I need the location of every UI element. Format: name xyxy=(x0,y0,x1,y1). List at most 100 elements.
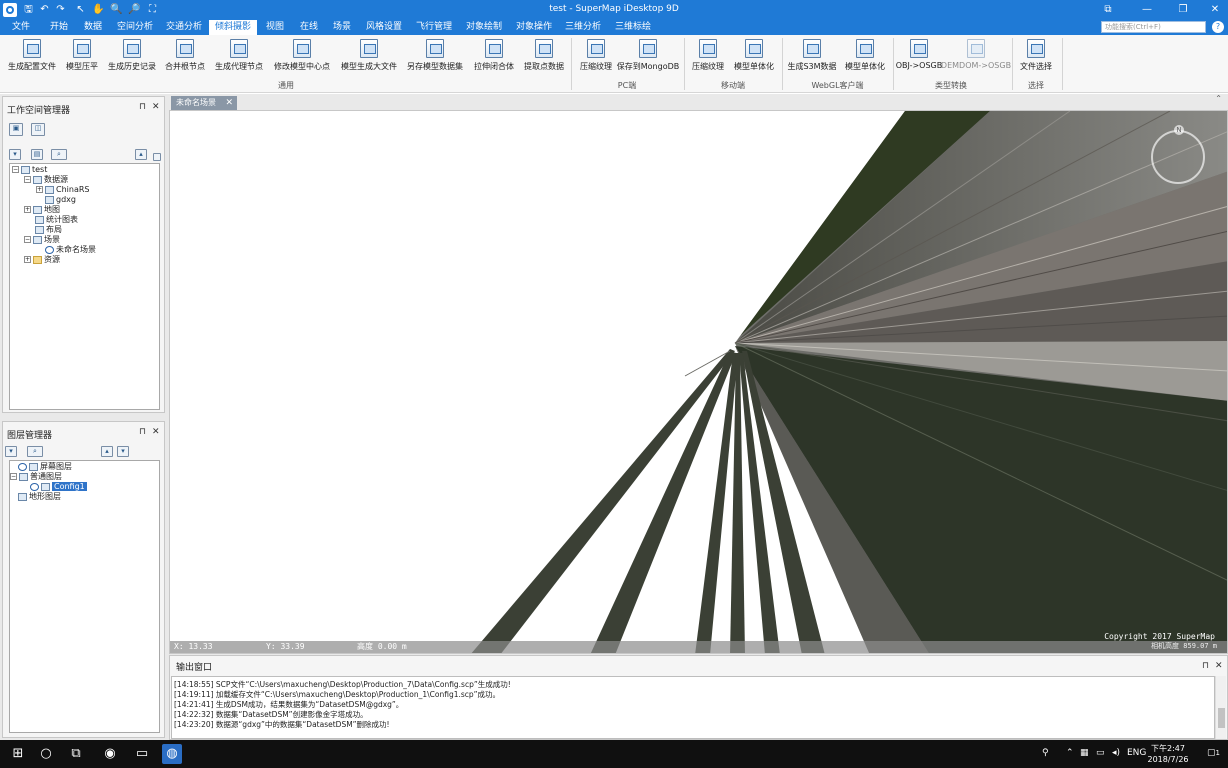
menu-data[interactable]: 数据 xyxy=(78,20,108,35)
move-layer-down-icon[interactable]: ▾ xyxy=(117,446,129,457)
tree-node-datasources[interactable]: − 数据源 xyxy=(24,175,68,185)
panel-close-icon[interactable]: ✕ xyxy=(152,102,160,112)
modify-model-center-button[interactable]: 修改模型中心点 xyxy=(274,38,330,76)
function-search-input[interactable]: 功能搜索(Ctrl+F) xyxy=(1101,21,1206,33)
tab-close-icon[interactable]: ✕ xyxy=(225,96,233,110)
workspace-tab-icon[interactable]: ▣ xyxy=(9,123,23,136)
menu-file[interactable]: 文件 xyxy=(6,20,36,35)
extrude-closed-body-button[interactable]: 拉伸闭合体 xyxy=(474,38,514,76)
pin-icon[interactable]: ⊓ xyxy=(139,427,146,437)
tree-node-chinars[interactable]: + ChinaRS xyxy=(36,185,90,195)
new-document-icon[interactable]: ▤ xyxy=(31,149,43,160)
resource-tab-icon[interactable]: ◫ xyxy=(31,123,45,136)
output-scrollbar[interactable] xyxy=(1215,676,1226,739)
workspace-menu-icon[interactable]: ▾ xyxy=(9,149,21,160)
layer-node-config1[interactable]: Config1 xyxy=(30,482,87,492)
collapse-ribbon-icon[interactable]: ⌃ xyxy=(1215,94,1222,103)
tree-node-untitled-scene[interactable]: 未命名场景 xyxy=(45,245,96,255)
tree-node-layouts[interactable]: 布局 xyxy=(35,225,62,235)
tree-node-resources[interactable]: + 资源 xyxy=(24,255,60,265)
generate-proxy-nodes-button[interactable]: 生成代理节点 xyxy=(215,38,263,76)
pc-compress-texture-button[interactable]: 压缩纹理 xyxy=(580,38,612,76)
help-icon[interactable]: ? xyxy=(1212,21,1224,33)
file-explorer-icon[interactable]: ▭ xyxy=(132,744,152,764)
options-icon[interactable] xyxy=(153,153,161,161)
tree-node-scenes[interactable]: − 场景 xyxy=(24,235,60,245)
pin-icon[interactable]: ⊓ xyxy=(139,102,146,112)
menu-traffic-analysis[interactable]: 交通分析 xyxy=(160,20,208,35)
visibility-eye-icon[interactable] xyxy=(18,462,27,471)
layer-search-icon[interactable]: ⌕ xyxy=(27,446,43,457)
expand-icon[interactable]: + xyxy=(24,256,31,263)
windows-start-icon[interactable]: ⊞ xyxy=(8,744,28,764)
search-circle-icon[interactable]: ○ xyxy=(36,744,56,764)
file-select-button[interactable]: 文件选择 xyxy=(1018,38,1054,76)
menu-object-drawing[interactable]: 对象绘制 xyxy=(460,20,508,35)
layer-node-terrain[interactable]: 地形图层 xyxy=(18,492,61,502)
save-model-dataset-button[interactable]: 另存模型数据集 xyxy=(407,38,463,76)
layer-node-screen[interactable]: 屏幕图层 xyxy=(18,462,72,472)
menu-scene[interactable]: 场景 xyxy=(327,20,357,35)
network-icon[interactable]: ▦ xyxy=(1080,748,1089,758)
compass-icon[interactable]: N xyxy=(1151,125,1205,184)
tree-node-workspace[interactable]: − test xyxy=(12,165,47,175)
merge-root-nodes-button[interactable]: 合并根节点 xyxy=(165,38,205,76)
menu-oblique-photography[interactable]: 倾斜摄影 xyxy=(209,20,258,35)
model-flatten-button[interactable]: 模型压平 xyxy=(64,38,100,76)
volume-icon[interactable]: ◂) xyxy=(1112,748,1120,758)
scrollbar-thumb[interactable] xyxy=(1218,708,1225,728)
collapse-up-icon[interactable]: ▴ xyxy=(135,149,147,160)
close-button[interactable]: ✕ xyxy=(1204,2,1226,18)
supermap-app-icon[interactable]: ◍ xyxy=(162,744,182,764)
maximize-button[interactable]: ❐ xyxy=(1172,2,1194,18)
generate-s3m-button[interactable]: 生成S3M数据 xyxy=(787,38,837,76)
mobile-compress-texture-button[interactable]: 压缩纹理 xyxy=(692,38,724,76)
menu-flight-management[interactable]: 飞行管理 xyxy=(410,20,458,35)
collapse-icon[interactable]: − xyxy=(24,236,31,243)
menu-3d-plotting[interactable]: 三维标绘 xyxy=(609,20,657,35)
scene-viewport[interactable]: N Copyright 2017 SuperMap X: 13.33 Y: 33… xyxy=(169,110,1228,654)
browser-icon[interactable]: ◉ xyxy=(100,744,120,764)
menu-view[interactable]: 视图 xyxy=(260,20,290,35)
menu-object-operation[interactable]: 对象操作 xyxy=(510,20,558,35)
model-large-file-button[interactable]: 模型生成大文件 xyxy=(341,38,397,76)
tree-node-charts[interactable]: 统计图表 xyxy=(35,215,78,225)
output-log[interactable]: [14:18:55] SCP文件“C:\Users\maxucheng\Desk… xyxy=(171,676,1215,739)
panel-close-icon[interactable]: ✕ xyxy=(152,427,160,437)
generate-history-button[interactable]: 生成历史记录 xyxy=(108,38,156,76)
people-icon[interactable]: ⚲ xyxy=(1042,748,1049,758)
panel-close-icon[interactable]: ✕ xyxy=(1215,661,1223,671)
task-view-icon[interactable]: ⧉ xyxy=(66,744,86,764)
collapse-icon[interactable]: − xyxy=(10,473,17,480)
collapse-icon[interactable]: − xyxy=(24,176,31,183)
tab-untitled-scene[interactable]: 未命名场景 ✕ xyxy=(171,96,237,110)
notification-icon[interactable]: ▢1 xyxy=(1207,748,1220,758)
menu-3d-analysis[interactable]: 三维分析 xyxy=(559,20,607,35)
menu-start[interactable]: 开始 xyxy=(44,20,74,35)
restore-layout-button[interactable]: ⧉ xyxy=(1097,2,1119,18)
tree-node-gdxg[interactable]: gdxg xyxy=(45,195,76,205)
menu-spatial-analysis[interactable]: 空间分析 xyxy=(111,20,159,35)
move-layer-up-icon[interactable]: ▴ xyxy=(101,446,113,457)
obj-to-osgb-button[interactable]: OBJ->OSGB xyxy=(896,38,942,76)
clock[interactable]: 下午2:47 2018/7/26 xyxy=(1147,743,1189,765)
generate-config-button[interactable]: 生成配置文件 xyxy=(8,38,56,76)
collapse-icon[interactable]: − xyxy=(12,166,19,173)
expand-icon[interactable]: + xyxy=(36,186,43,193)
layer-style-icon[interactable]: ▾ xyxy=(5,446,17,457)
webgl-model-singleize-button[interactable]: 模型单体化 xyxy=(845,38,885,76)
tree-node-maps[interactable]: + 地图 xyxy=(24,205,60,215)
battery-icon[interactable]: ▭ xyxy=(1096,748,1105,758)
expand-icon[interactable]: + xyxy=(24,206,31,213)
visibility-eye-icon[interactable] xyxy=(30,482,39,491)
minimize-button[interactable]: — xyxy=(1136,2,1158,18)
input-language[interactable]: ENG xyxy=(1127,748,1146,758)
search-icon[interactable]: ⌕ xyxy=(51,149,67,160)
tray-chevron-icon[interactable]: ⌃ xyxy=(1066,748,1074,758)
layer-node-normal[interactable]: − 普通图层 xyxy=(10,472,62,482)
menu-style-settings[interactable]: 风格设置 xyxy=(360,20,408,35)
menu-online[interactable]: 在线 xyxy=(294,20,324,35)
save-to-mongodb-button[interactable]: 保存到MongoDB xyxy=(617,38,679,76)
extract-points-button[interactable]: 提取点数据 xyxy=(524,38,564,76)
pin-icon[interactable]: ⊓ xyxy=(1202,661,1209,671)
